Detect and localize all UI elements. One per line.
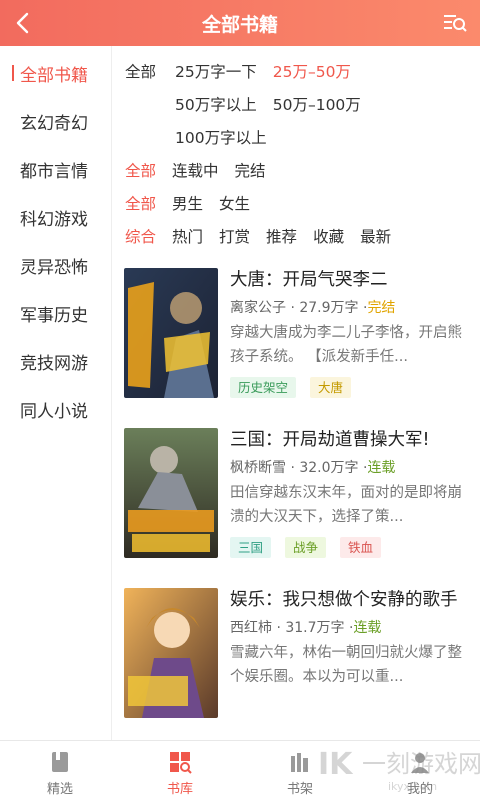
book-description: 穿越大唐成为李二儿子李恪，开启熊孩子系统。 【派发新手任... — [230, 325, 462, 365]
sort-hot[interactable]: 热门 — [172, 221, 203, 254]
filter-sort: 综合 热门 打赏 推荐 收藏 最新 — [125, 221, 480, 254]
filter-word-over-50w[interactable]: 50万字以上 — [175, 89, 257, 122]
tab-featured[interactable]: 精选 — [0, 741, 120, 800]
sidebar-item-horror[interactable]: 灵异恐怖 — [0, 241, 111, 289]
book-item[interactable]: 娱乐：我只想做个安静的歌手 西红柿 · 31.7万字 ·连载 雪藏六年，林佑一朝… — [112, 576, 480, 736]
book-status: 连载 — [367, 460, 396, 476]
sidebar-item-urban-romance[interactable]: 都市言情 — [0, 145, 111, 193]
filter-word-over-100w[interactable]: 100万字以上 — [175, 122, 267, 155]
book-tag[interactable]: 历史架空 — [230, 377, 297, 398]
book-words: 27.9万字 — [299, 300, 359, 316]
book-cover[interactable] — [124, 268, 218, 398]
tab-bookshelf[interactable]: 书架 — [240, 741, 360, 800]
sort-latest[interactable]: 最新 — [360, 221, 391, 254]
filter-status-all[interactable]: 全部 — [125, 155, 156, 188]
filter-gender: 全部 男生 女生 — [125, 188, 480, 221]
filter-word-under-25w[interactable]: 25万字一下 — [175, 56, 257, 89]
tab-label: 我的 — [406, 782, 433, 797]
filter-word-all[interactable]: 全部 — [125, 56, 159, 89]
book-item[interactable]: 三国：开局劫道曹操大军! 枫桥断雪 · 32.0万字 ·连载 田信穿越东汉末年，… — [112, 416, 480, 576]
book-title[interactable]: 三国：开局劫道曹操大军! — [230, 426, 475, 454]
book-cover[interactable] — [124, 588, 218, 718]
header-bar: 全部书籍 — [0, 0, 480, 46]
sort-recommend[interactable]: 推荐 — [266, 221, 297, 254]
filter-gender-female[interactable]: 女生 — [219, 188, 250, 221]
sort-tips[interactable]: 打赏 — [219, 221, 250, 254]
tab-profile[interactable]: 我的 — [360, 741, 480, 800]
filter-gender-all[interactable]: 全部 — [125, 188, 156, 221]
book-author: 枫桥断雪 — [230, 460, 286, 476]
filter-search-icon[interactable] — [442, 11, 468, 35]
book-tag[interactable]: 三国 — [230, 537, 272, 558]
tab-library[interactable]: 书库 — [120, 741, 240, 800]
book-tag[interactable]: 大唐 — [310, 377, 352, 398]
book-tags: 历史架空 大唐 — [230, 377, 475, 398]
book-words: 32.0万字 — [299, 460, 359, 476]
bottom-tab-bar: 精选 书库 书架 我的 — [0, 740, 480, 800]
sidebar-item-scifi-games[interactable]: 科幻游戏 — [0, 193, 111, 241]
book-list: 大唐：开局气哭李二 离家公子 · 27.9万字 ·完结 穿越大唐成为李二儿子李恪… — [112, 256, 480, 736]
book-words: 31.7万字 — [285, 620, 345, 636]
tab-label: 书架 — [286, 782, 313, 797]
main-content: 全部 25万字一下 25万–50万 50万字以上 50万–100万 100万字以… — [112, 46, 480, 740]
library-search-icon — [170, 752, 192, 774]
book-description: 田信穿越东汉末年，面对的是即将崩溃的大汉天下，选择了策... — [230, 485, 462, 525]
book-tag[interactable]: 战争 — [285, 537, 327, 558]
tab-label: 书库 — [166, 782, 193, 797]
bookshelf-icon — [291, 753, 308, 772]
book-status: 连载 — [353, 620, 382, 636]
book-title[interactable]: 大唐：开局气哭李二 — [230, 266, 475, 294]
sidebar-item-esports[interactable]: 竞技网游 — [0, 337, 111, 385]
book-title[interactable]: 娱乐：我只想做个安静的歌手 — [230, 586, 475, 614]
filter-word-50w-100w[interactable]: 50万–100万 — [273, 89, 361, 122]
book-status: 完结 — [367, 300, 396, 316]
sidebar-item-all[interactable]: 全部书籍 — [0, 49, 111, 97]
book-meta: 西红柿 · 31.7万字 ·连载 — [230, 620, 382, 636]
filter-gender-male[interactable]: 男生 — [172, 188, 203, 221]
sort-overall[interactable]: 综合 — [125, 221, 156, 254]
sort-favorites[interactable]: 收藏 — [313, 221, 344, 254]
sidebar-item-military-history[interactable]: 军事历史 — [0, 289, 111, 337]
category-sidebar: 全部书籍 玄幻奇幻 都市言情 科幻游戏 灵异恐怖 军事历史 竞技网游 同人小说 — [0, 46, 112, 740]
back-arrow-icon[interactable] — [12, 10, 36, 36]
filter-word-25w-50w[interactable]: 25万–50万 — [273, 56, 351, 89]
book-cover[interactable] — [124, 428, 218, 558]
page-title: 全部书籍 — [201, 13, 278, 36]
user-icon — [411, 753, 429, 773]
book-author: 西红柿 — [230, 620, 272, 636]
book-description: 雪藏六年，林佑一朝回归就火爆了整个娱乐圈。本以为可以重... — [230, 645, 462, 685]
book-tags: 三国 战争 铁血 — [230, 537, 475, 558]
filter-word-count: 全部 25万字一下 25万–50万 50万字以上 50万–100万 100万字以… — [125, 56, 385, 155]
sidebar-item-fanfic[interactable]: 同人小说 — [0, 385, 111, 433]
filter-status-ongoing[interactable]: 连载中 — [172, 155, 219, 188]
filter-status: 全部 连载中 完结 — [125, 155, 480, 188]
book-item[interactable]: 大唐：开局气哭李二 离家公子 · 27.9万字 ·完结 穿越大唐成为李二儿子李恪… — [112, 256, 480, 416]
filter-panel: 全部 25万字一下 25万–50万 50万字以上 50万–100万 100万字以… — [112, 46, 480, 254]
book-meta: 离家公子 · 27.9万字 ·完结 — [230, 300, 396, 316]
book-icon — [52, 752, 68, 772]
tab-label: 精选 — [46, 782, 73, 797]
book-author: 离家公子 — [230, 300, 286, 316]
sidebar-item-fantasy[interactable]: 玄幻奇幻 — [0, 97, 111, 145]
book-tag[interactable]: 铁血 — [340, 537, 382, 558]
filter-status-finished[interactable]: 完结 — [235, 155, 266, 188]
book-meta: 枫桥断雪 · 32.0万字 ·连载 — [230, 460, 396, 476]
